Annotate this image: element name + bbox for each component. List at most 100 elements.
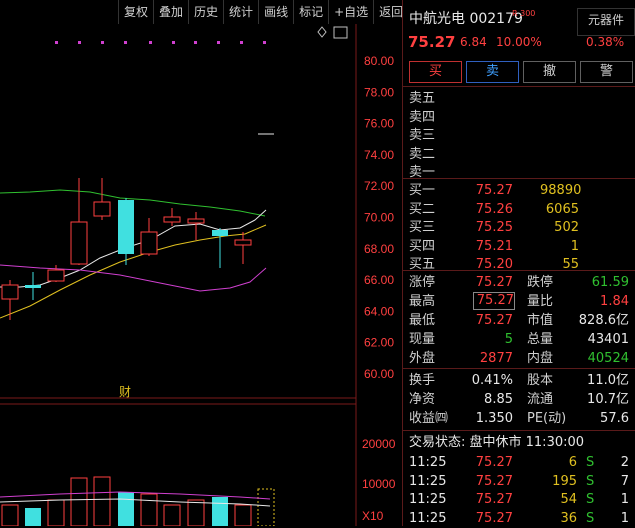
- price-axis-label: 80.00: [364, 54, 394, 68]
- price-axis-label: 62.00: [364, 336, 394, 350]
- tick-side: S: [586, 510, 595, 526]
- stat-label: 涨停: [409, 275, 436, 290]
- buy-button[interactable]: 买: [409, 61, 462, 83]
- tick-count: 7: [620, 473, 629, 489]
- turnover-value: 0.41%: [471, 373, 513, 388]
- outer-volume-value: 2877: [479, 351, 513, 366]
- stat-label: 股本: [527, 373, 554, 388]
- low-value: 75.27: [475, 313, 513, 328]
- bid-price[interactable]: 75.26: [470, 200, 513, 219]
- sector-box[interactable]: 元器件: [577, 8, 635, 36]
- tick-price: 75.27: [475, 510, 513, 526]
- toolbar-button-2[interactable]: 历史: [188, 0, 223, 24]
- share-capital-value: 11.0亿: [587, 373, 629, 388]
- toolbar-button-5[interactable]: 标记: [293, 0, 328, 24]
- inner-volume-value: 40524: [587, 351, 629, 366]
- vol-axis-label-0: 20000: [362, 437, 396, 451]
- sector-pct: 0.38%: [586, 35, 625, 49]
- ask-level-label: 卖三: [409, 128, 436, 143]
- stat-label: 流通: [527, 392, 554, 407]
- price-axis-label: 60.00: [364, 367, 394, 381]
- cancel-order-button[interactable]: 撤: [523, 61, 576, 83]
- toolbar-button-3[interactable]: 统计: [223, 0, 258, 24]
- net-asset-value: 8.85: [484, 392, 513, 407]
- toolbar-button-4[interactable]: 画线: [258, 0, 293, 24]
- bid-level-label: 买二: [409, 201, 436, 217]
- bid-price[interactable]: 75.25: [470, 218, 513, 237]
- finance-marker: 财: [119, 385, 131, 399]
- tick-price: 75.27: [475, 473, 513, 489]
- vol-ma-white: [0, 498, 271, 507]
- tick-price: 75.27: [475, 455, 513, 470]
- toolbar-button-6[interactable]: +自选: [328, 0, 373, 24]
- tick-time: 11:25: [409, 455, 447, 470]
- price-axis-label: 64.00: [364, 304, 394, 318]
- vol-unit-label: X10: [362, 509, 384, 523]
- bid-price[interactable]: 75.21: [470, 237, 513, 256]
- sell-button[interactable]: 卖: [466, 61, 519, 83]
- bid-level-label: 买四: [409, 238, 436, 254]
- stat-label: 总量: [527, 332, 554, 347]
- stat-label: 最高: [409, 294, 436, 309]
- price-change-pct: 10.00%: [496, 35, 542, 49]
- bid-level-label: 买三: [409, 220, 436, 235]
- vol-ma-purple: [0, 491, 271, 500]
- tick-side: S: [586, 455, 595, 470]
- sector-label: 元器件: [587, 13, 624, 27]
- volume-ratio-value: 1.84: [600, 294, 629, 309]
- price-axis-label: 70.00: [364, 211, 394, 225]
- bid-volume: 55: [562, 257, 579, 272]
- high-value: 75.27: [473, 292, 515, 310]
- candle: [212, 230, 228, 236]
- float-shares-value: 10.7亿: [587, 392, 629, 407]
- stat-label: 内盘: [527, 351, 554, 366]
- price-axis-label: 74.00: [364, 148, 394, 162]
- bid-volume: 502: [554, 220, 579, 235]
- toolbar-button-0[interactable]: 复权: [118, 0, 153, 24]
- kline-chart[interactable]: 80.00 78.00 76.00 74.00 72.00 70.00 68.00 66.00…: [0, 24, 402, 526]
- bid-level-label: 买五: [409, 257, 436, 272]
- stat-label: 量比: [527, 294, 554, 309]
- stat-label: 净资: [409, 392, 436, 407]
- limit-down-value: 61.59: [591, 275, 629, 290]
- alert-button[interactable]: 警: [580, 61, 633, 83]
- stat-label: 市值: [527, 313, 554, 328]
- price-axis-label: 78.00: [364, 85, 394, 99]
- trading-status: 交易状态: 盘中休市 11:30:00: [409, 435, 585, 450]
- candle: [187, 218, 205, 224]
- candle: [234, 239, 252, 246]
- stat-label: 收益㈣: [409, 411, 449, 426]
- pe-value: 57.6: [600, 411, 629, 426]
- tick-time: 11:25: [409, 473, 447, 489]
- ask-level-label: 卖一: [409, 165, 436, 180]
- price-axis-label: 66.00: [364, 273, 394, 287]
- tick-volume: 36: [560, 510, 577, 526]
- bid-level-label: 买一: [409, 183, 436, 198]
- stat-label: PE(动): [527, 411, 567, 426]
- candles: [1, 178, 252, 320]
- candle: [1, 284, 19, 300]
- price-axis-label: 76.00: [364, 117, 394, 131]
- candle: [163, 216, 181, 223]
- ask-level-label: 卖五: [409, 91, 436, 106]
- toolbar-button-1[interactable]: 叠加: [153, 0, 188, 24]
- bid-volume: 1: [570, 238, 579, 254]
- tick-count: 1: [620, 510, 629, 526]
- bid-price[interactable]: 75.27: [470, 181, 513, 200]
- candle: [140, 231, 158, 255]
- tick-volume: 195: [552, 473, 577, 489]
- stock-name: 中航光电: [409, 11, 465, 27]
- stat-label: 换手: [409, 373, 436, 388]
- stock-title: 中航光电 002179: [409, 8, 523, 28]
- bid-price[interactable]: 75.20: [470, 255, 513, 274]
- last-price: 75.27: [408, 33, 456, 51]
- vol-axis-label-1: 10000: [362, 477, 396, 491]
- tick-count: 1: [620, 492, 629, 507]
- stock-tag: R 300: [512, 9, 536, 18]
- market-cap-value: 828.6亿: [578, 313, 629, 328]
- tick-time: 11:25: [409, 492, 447, 507]
- tick-volume: 54: [560, 492, 577, 507]
- price-change: 6.84: [460, 35, 487, 49]
- candle: [25, 285, 41, 288]
- diamond-icon: [317, 26, 327, 38]
